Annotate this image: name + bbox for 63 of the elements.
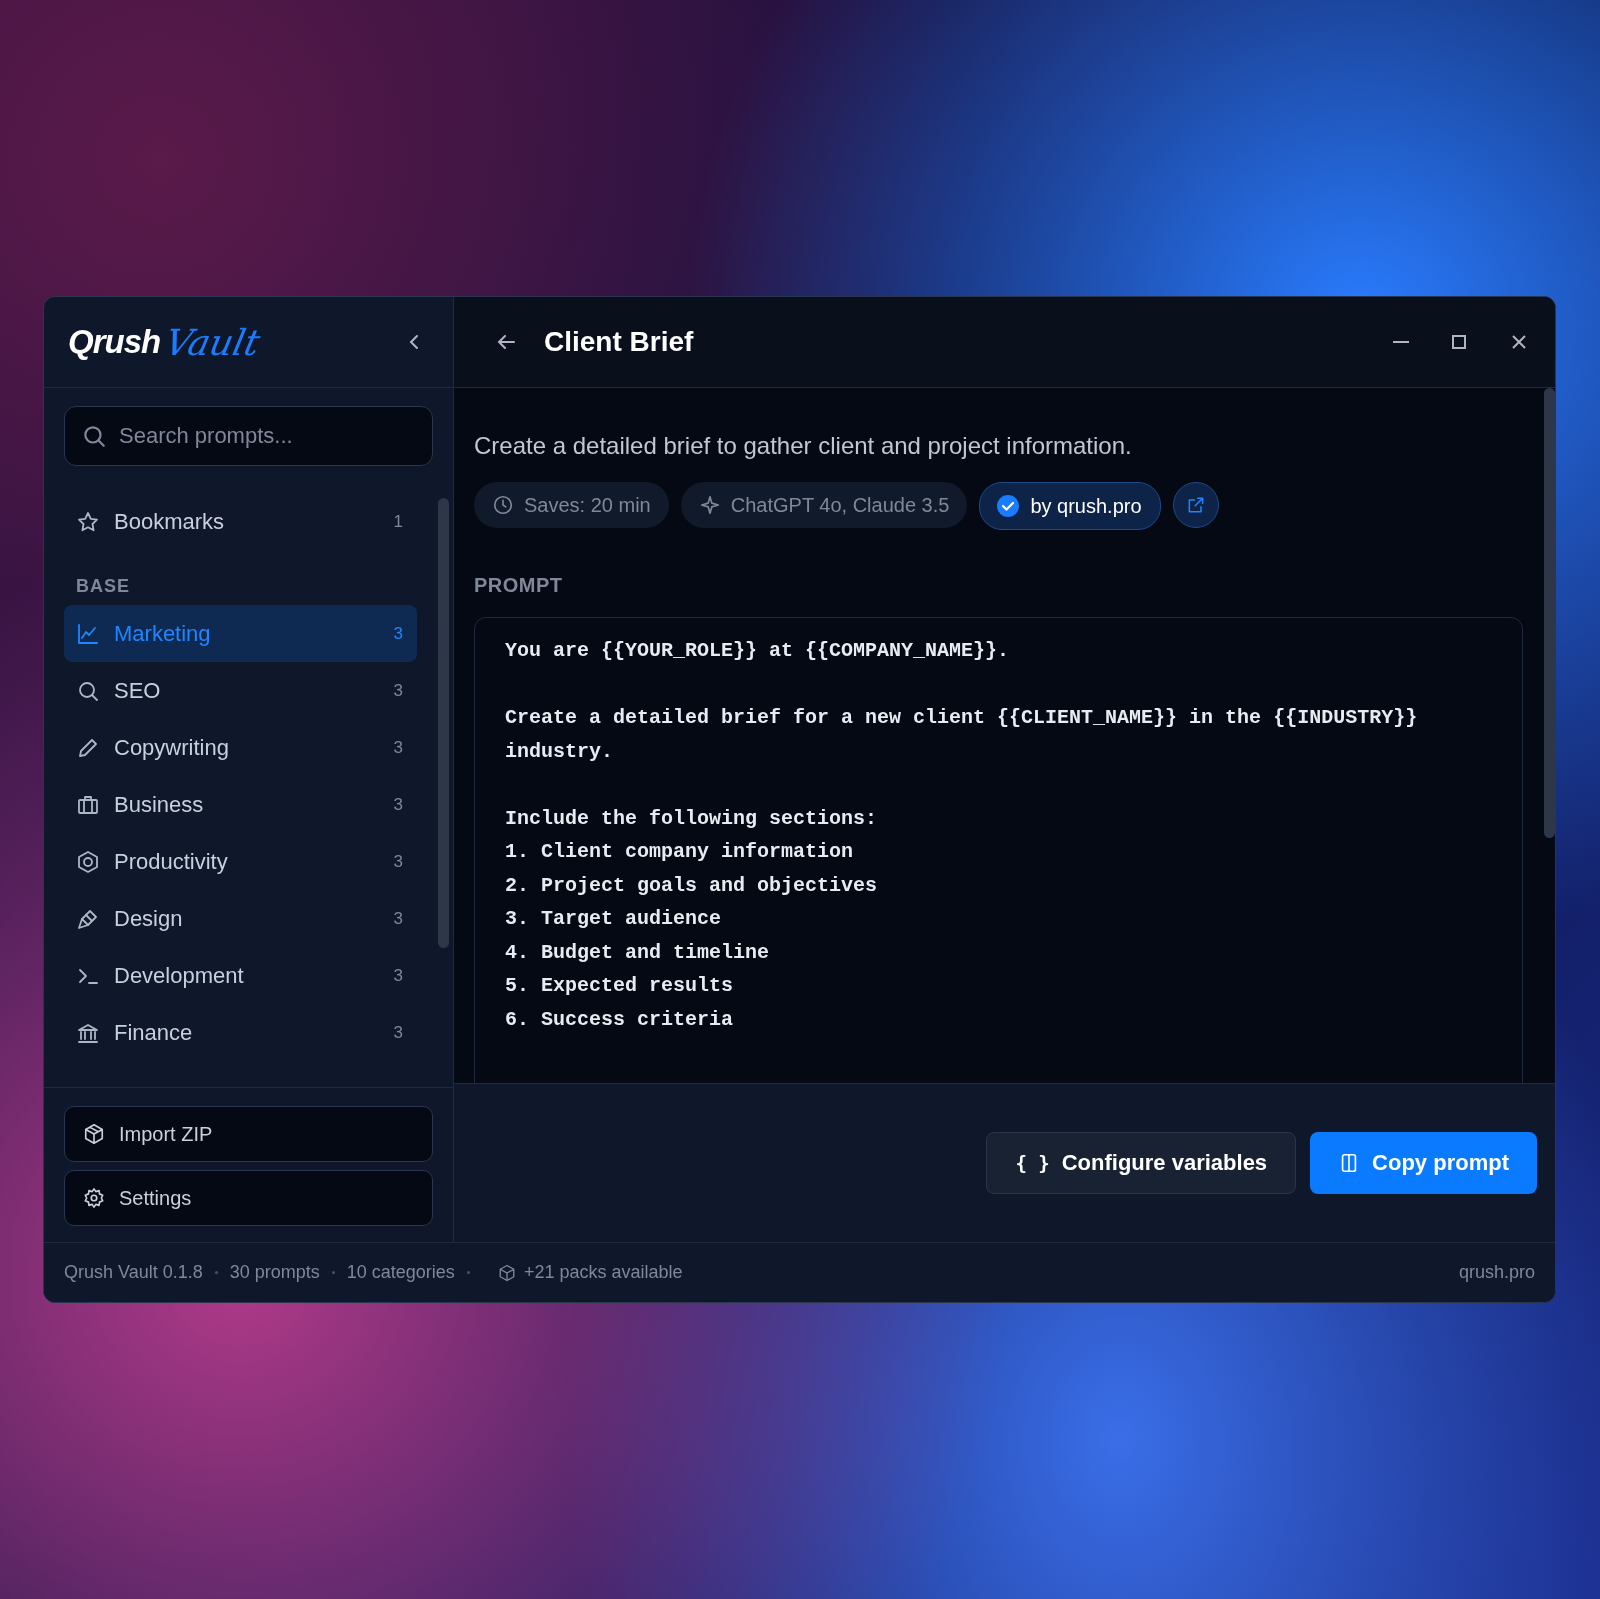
section-title: BASE bbox=[75, 575, 131, 598]
scrollbar[interactable] bbox=[1544, 388, 1555, 838]
scrollbar[interactable] bbox=[438, 498, 449, 948]
item-label: Design bbox=[114, 905, 184, 932]
section-heading: PROMPT bbox=[474, 574, 564, 597]
sidebar-item[interactable]: Design 3 bbox=[64, 890, 417, 947]
item-label: Copywriting bbox=[114, 734, 230, 761]
sidebar-item[interactable]: Business 3 bbox=[64, 776, 417, 833]
item-count: 3 bbox=[393, 965, 403, 986]
clock-icon bbox=[492, 494, 514, 516]
search-field[interactable]: Search prompts... bbox=[64, 406, 433, 466]
configure-button[interactable]: { } Configure variables bbox=[986, 1132, 1297, 1194]
item-label: Development bbox=[114, 962, 245, 989]
maximize-icon bbox=[1449, 332, 1469, 352]
item-count: 1 bbox=[393, 511, 403, 532]
sparkle-icon bbox=[698, 494, 721, 516]
sidebar-button[interactable]: Settings bbox=[64, 1170, 433, 1226]
star-icon bbox=[76, 509, 100, 534]
chart-line-icon bbox=[76, 621, 100, 646]
website-link[interactable]: qrush.pro bbox=[1458, 1262, 1535, 1283]
sidebar-button[interactable]: Import ZIP bbox=[64, 1106, 433, 1162]
sidebar-item[interactable]: Bookmarks 1 bbox=[64, 493, 417, 550]
item-count: 3 bbox=[393, 623, 403, 644]
sidebar-item[interactable]: Copywriting 3 bbox=[64, 719, 417, 776]
item-count: 3 bbox=[393, 1022, 403, 1043]
settings-icon bbox=[83, 1187, 105, 1209]
chip-label: Saves: 20 min bbox=[524, 493, 651, 517]
packs-text: +21 packs available bbox=[497, 1262, 683, 1283]
package-icon bbox=[83, 1123, 105, 1145]
item-label: SEO bbox=[114, 677, 162, 704]
package-icon bbox=[497, 1263, 516, 1282]
prompt-description: Create a detailed brief to gather client and project information. bbox=[474, 432, 1133, 460]
sidebar-item[interactable]: SEO 3 bbox=[64, 662, 417, 719]
hexagon-icon bbox=[76, 849, 100, 874]
copy-button[interactable]: Copy prompt bbox=[1310, 1132, 1537, 1194]
sidebar-item[interactable]: Finance 3 bbox=[64, 1004, 417, 1061]
logo-script: Vault bbox=[161, 321, 264, 363]
item-count: 3 bbox=[393, 908, 403, 929]
item-label: Marketing bbox=[114, 620, 212, 647]
logo-wordmark: Qrush bbox=[68, 323, 161, 361]
chip-label: by qrush.pro bbox=[1030, 494, 1142, 518]
sidebar-item[interactable]: Productivity 3 bbox=[64, 833, 417, 890]
window-title: Client Brief bbox=[544, 326, 695, 358]
author-chip[interactable]: by qrush.pro bbox=[979, 482, 1161, 530]
sidebar-item[interactable]: Development 3 bbox=[64, 947, 417, 1004]
item-count: 3 bbox=[393, 794, 403, 815]
item-label: Finance bbox=[114, 1019, 194, 1046]
braces-icon: { } bbox=[1015, 1152, 1050, 1174]
minimize-icon bbox=[1393, 341, 1409, 343]
item-count: 3 bbox=[393, 680, 403, 701]
external-link-button[interactable] bbox=[1172, 482, 1219, 528]
sidebar-item[interactable]: Marketing 3 bbox=[64, 605, 417, 662]
item-label: Productivity bbox=[114, 848, 229, 875]
item-count: 3 bbox=[393, 737, 403, 758]
item-label: Business bbox=[114, 791, 205, 818]
item-label: Bookmarks bbox=[114, 508, 226, 535]
status-text: 30 prompts bbox=[229, 1262, 320, 1283]
status-text: Qrush Vault 0.1.8 bbox=[64, 1262, 203, 1283]
status-text: 10 categories bbox=[346, 1262, 455, 1283]
prompt-text: You are {{YOUR_ROLE}} at {{COMPANY_NAME}}. Create a detailed brief for a new client {{CLIENT_NAME}} in the {{INDUSTRY}} industry. Include the following sections: 1. Client company information 2. Project goals and objectives 3. Target audience 4. Budget and timeline 5. Expected results 6. Success criteria bbox=[505, 638, 1419, 1033]
item-count: 3 bbox=[393, 851, 403, 872]
check-badge-icon bbox=[996, 494, 1021, 518]
chip-label: ChatGPT 4o, Claude 3.5 bbox=[730, 493, 950, 517]
